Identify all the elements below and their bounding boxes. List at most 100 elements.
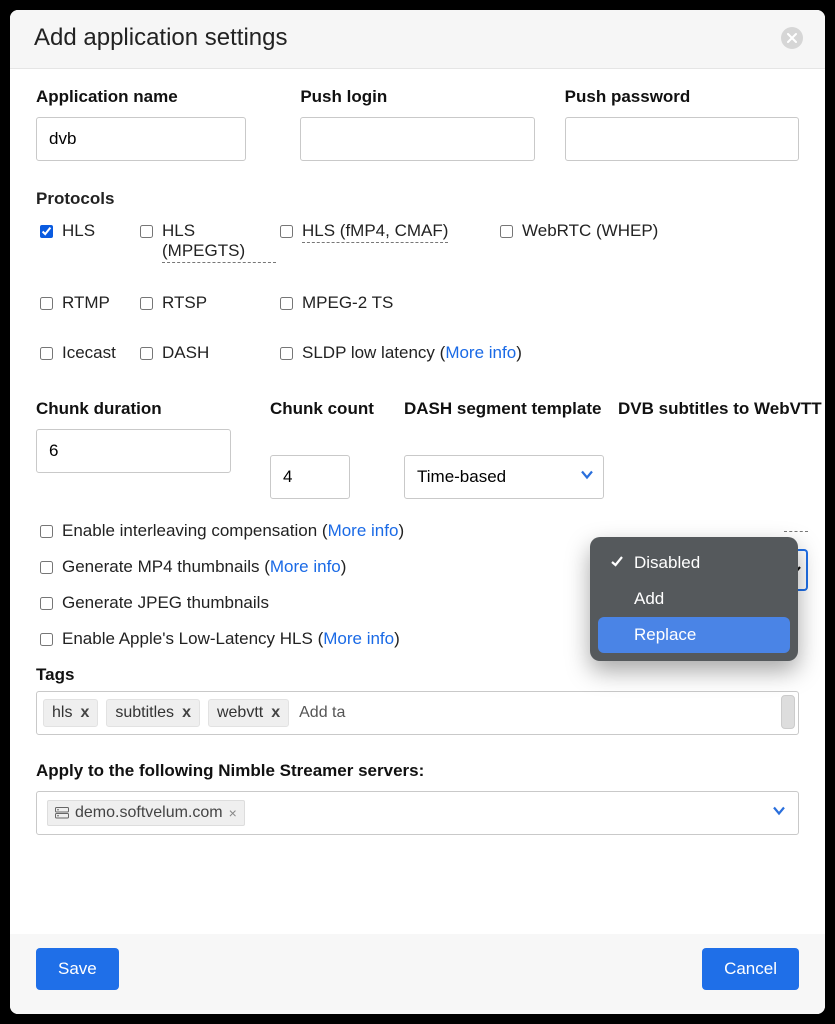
field-dash-template: DASH segment template xyxy=(404,399,604,499)
field-chunk-duration: Chunk duration xyxy=(36,399,256,473)
protocol-dash-label: DASH xyxy=(162,343,209,363)
push-password-label: Push password xyxy=(565,87,799,107)
tag-chip-hls-label: hls xyxy=(52,704,72,722)
check-icon xyxy=(610,553,624,573)
protocol-hls-fmp4-checkbox[interactable] xyxy=(280,225,293,238)
protocol-sldp-label: SLDP low latency xyxy=(302,343,435,362)
protocol-sldp[interactable]: SLDP low latency (More info) xyxy=(276,343,696,363)
scrollbar-thumb[interactable] xyxy=(781,695,795,729)
servers-section: Apply to the following Nimble Streamer s… xyxy=(36,761,799,835)
protocol-icecast[interactable]: Icecast xyxy=(36,343,136,363)
tag-chip-webvtt[interactable]: webvtt x xyxy=(208,699,289,727)
chunk-duration-input[interactable] xyxy=(36,429,231,473)
save-button[interactable]: Save xyxy=(36,948,119,990)
tag-chip-hls[interactable]: hls x xyxy=(43,699,98,727)
modal-title: Add application settings xyxy=(34,24,288,52)
option-mp4-thumb-checkbox[interactable] xyxy=(40,561,53,574)
option-jpeg-thumb-label: Generate JPEG thumbnails xyxy=(62,593,269,613)
protocol-rtsp-checkbox[interactable] xyxy=(140,297,153,310)
field-dvb-subtitles: DVB subtitles to WebVTT xyxy=(618,399,825,455)
tag-remove-icon[interactable]: x xyxy=(271,704,280,722)
chunk-duration-label: Chunk duration xyxy=(36,399,256,419)
field-push-password: Push password xyxy=(565,87,799,161)
dvb-option-disabled[interactable]: Disabled xyxy=(598,545,790,581)
protocol-mpeg2ts[interactable]: MPEG-2 TS xyxy=(276,293,496,313)
protocols-label: Protocols xyxy=(36,189,799,209)
app-name-label: Application name xyxy=(36,87,270,107)
modal-footer: Save Cancel xyxy=(10,934,825,1014)
dvb-dropdown: Disabled Add Replace xyxy=(590,537,798,661)
protocol-sldp-checkbox[interactable] xyxy=(280,347,293,360)
interleaving-more-info-link[interactable]: More info xyxy=(328,521,399,540)
option-llhls-label: Enable Apple's Low-Latency HLS xyxy=(62,629,313,648)
protocol-hls-fmp4[interactable]: HLS (fMP4, CMAF) xyxy=(276,221,496,263)
protocol-hls[interactable]: HLS xyxy=(36,221,136,263)
dvb-label: DVB subtitles to WebVTT xyxy=(618,399,825,445)
servers-label: Apply to the following Nimble Streamer s… xyxy=(36,761,799,781)
tags-input[interactable]: hls x subtitles x webvtt x xyxy=(36,691,799,735)
dvb-option-add[interactable]: Add xyxy=(598,581,790,617)
chunk-count-input[interactable] xyxy=(270,455,350,499)
protocol-hls-checkbox[interactable] xyxy=(40,225,53,238)
protocol-hls-mpegts[interactable]: HLS (MPEGTS) xyxy=(136,221,276,263)
tag-remove-icon[interactable]: x xyxy=(80,704,89,722)
option-interleaving-checkbox[interactable] xyxy=(40,525,53,538)
dash-template-select[interactable] xyxy=(404,455,604,499)
servers-select[interactable]: demo.softvelum.com × xyxy=(36,791,799,835)
dvb-option-add-label: Add xyxy=(634,589,664,609)
tags-label: Tags xyxy=(36,665,799,685)
sldp-more-info-link[interactable]: More info xyxy=(445,343,516,362)
protocol-webrtc-label: WebRTC (WHEP) xyxy=(522,221,658,241)
mp4thumb-more-info-link[interactable]: More info xyxy=(270,557,341,576)
protocol-rtsp[interactable]: RTSP xyxy=(136,293,276,313)
option-jpeg-thumb-checkbox[interactable] xyxy=(40,597,53,610)
protocol-rtmp[interactable]: RTMP xyxy=(36,293,136,313)
close-button[interactable] xyxy=(781,27,803,49)
dvb-option-disabled-label: Disabled xyxy=(634,553,700,573)
modal: Add application settings Application nam… xyxy=(10,10,825,1014)
protocol-rtsp-label: RTSP xyxy=(162,293,207,313)
protocol-dash-checkbox[interactable] xyxy=(140,347,153,360)
server-chip-label: demo.softvelum.com xyxy=(75,804,223,822)
tag-chip-subtitles[interactable]: subtitles x xyxy=(106,699,200,727)
llhls-more-info-link[interactable]: More info xyxy=(323,629,394,648)
push-login-input[interactable] xyxy=(300,117,534,161)
server-chip[interactable]: demo.softvelum.com × xyxy=(47,800,245,826)
modal-header: Add application settings xyxy=(10,10,825,69)
tags-section: Tags hls x subtitles x webvtt x xyxy=(36,665,799,735)
server-icon xyxy=(55,807,69,819)
chunk-count-label: Chunk count xyxy=(270,399,390,445)
protocol-dash[interactable]: DASH xyxy=(136,343,276,363)
protocol-hls-fmp4-label: HLS (fMP4, CMAF) xyxy=(302,221,448,243)
protocol-hls-mpegts-checkbox[interactable] xyxy=(140,225,153,238)
push-password-input[interactable] xyxy=(565,117,799,161)
dvb-option-replace-label: Replace xyxy=(634,625,696,645)
tag-chip-subtitles-label: subtitles xyxy=(115,704,174,722)
tag-remove-icon[interactable]: x xyxy=(182,704,191,722)
protocol-mpeg2ts-checkbox[interactable] xyxy=(280,297,293,310)
chevron-down-icon xyxy=(772,804,786,823)
tags-text-input[interactable] xyxy=(297,703,508,723)
protocol-webrtc[interactable]: WebRTC (WHEP) xyxy=(496,221,696,263)
protocols-grid: HLS HLS (MPEGTS) HLS (fMP4, CMAF) WebRTC… xyxy=(36,221,799,363)
option-mp4-thumb-label: Generate MP4 thumbnails xyxy=(62,557,260,576)
protocol-icecast-label: Icecast xyxy=(62,343,116,363)
modal-body: Application name Push login Push passwor… xyxy=(10,69,825,934)
server-remove-icon[interactable]: × xyxy=(229,805,237,821)
protocol-icecast-checkbox[interactable] xyxy=(40,347,53,360)
close-icon xyxy=(787,31,797,45)
dash-template-label: DASH segment template xyxy=(404,399,604,445)
field-chunk-count: Chunk count xyxy=(270,399,390,499)
tag-chip-webvtt-label: webvtt xyxy=(217,704,263,722)
field-app-name: Application name xyxy=(36,87,270,161)
protocol-hls-mpegts-label: HLS (MPEGTS) xyxy=(162,221,276,263)
protocol-rtmp-label: RTMP xyxy=(62,293,110,313)
protocol-webrtc-checkbox[interactable] xyxy=(500,225,513,238)
dvb-option-replace[interactable]: Replace xyxy=(598,617,790,653)
field-push-login: Push login xyxy=(300,87,534,161)
option-llhls-checkbox[interactable] xyxy=(40,633,53,646)
protocol-rtmp-checkbox[interactable] xyxy=(40,297,53,310)
cancel-button[interactable]: Cancel xyxy=(702,948,799,990)
app-name-input[interactable] xyxy=(36,117,246,161)
push-login-label: Push login xyxy=(300,87,534,107)
